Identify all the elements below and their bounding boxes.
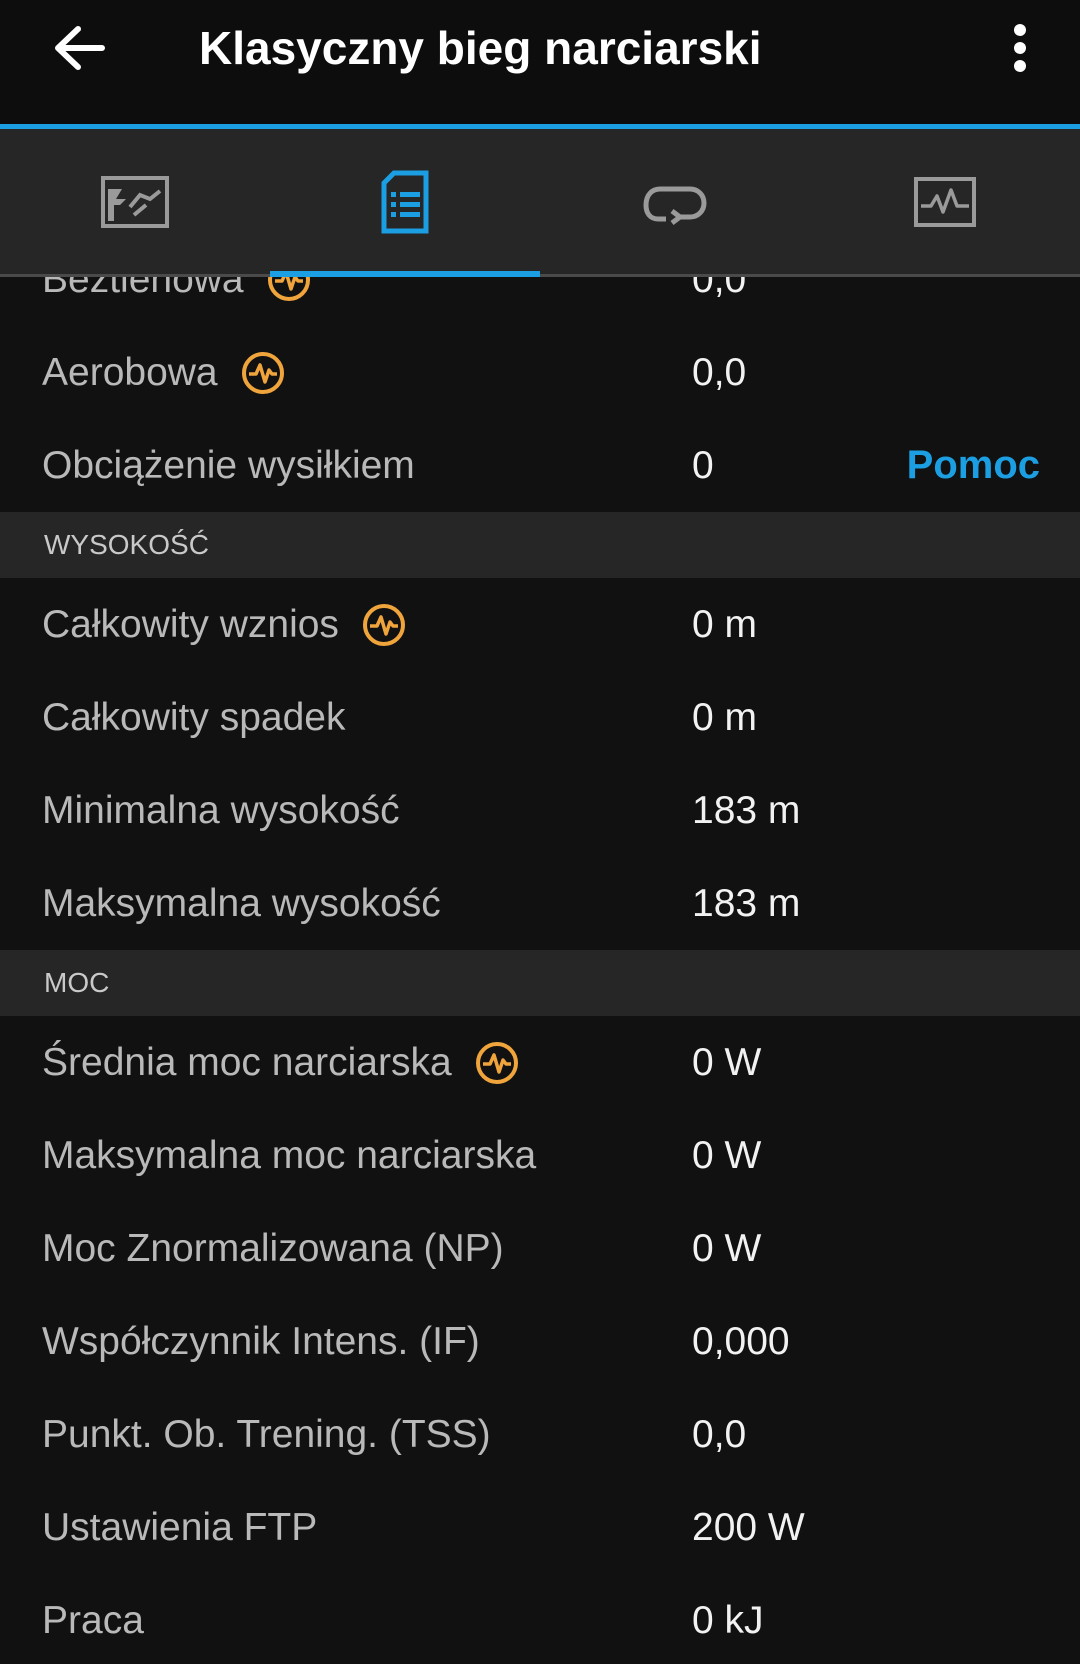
- heart-rate-icon: [475, 1041, 518, 1084]
- stat-label: Moc Znormalizowana (NP): [42, 1227, 504, 1270]
- stat-value: 0,0: [692, 351, 747, 394]
- stat-value: 0,0: [692, 1413, 747, 1456]
- stat-label: Aerobowa: [42, 351, 218, 394]
- heart-rate-icon: [362, 603, 405, 646]
- stat-value: 0 m: [692, 603, 758, 646]
- list-item: Punkt. Ob. Trening. (TSS) 0,0: [0, 1388, 1080, 1481]
- stat-label: Punkt. Ob. Trening. (TSS): [42, 1413, 491, 1456]
- more-options-icon[interactable]: [1000, 18, 1040, 78]
- list-item: Moc Znormalizowana (NP) 0 W: [0, 1202, 1080, 1295]
- stat-value: 0 W: [692, 1134, 762, 1177]
- stat-value: 0,000: [692, 1320, 790, 1363]
- help-link[interactable]: Pomoc: [907, 419, 1040, 512]
- list-item: Aerobowa 0,0: [0, 326, 1080, 419]
- section-title: WYSOKOŚĆ: [44, 529, 209, 560]
- list-item: Beztlenowa 0,0: [0, 277, 1080, 326]
- stat-value: 0 W: [692, 1227, 762, 1270]
- tab-map[interactable]: [0, 129, 270, 274]
- stat-label: Współczynnik Intens. (IF): [42, 1320, 480, 1363]
- section-header-power: MOC: [0, 950, 1080, 1016]
- list-item: Ustawienia FTP 200 W: [0, 1481, 1080, 1574]
- list-item: Całkowity spadek 0 m: [0, 671, 1080, 764]
- stat-label: Całkowity spadek: [42, 696, 346, 739]
- heart-rate-icon: [267, 277, 310, 301]
- stat-value: 0: [692, 444, 714, 487]
- back-arrow-icon[interactable]: [44, 18, 114, 78]
- tab-laps[interactable]: [540, 129, 810, 274]
- charts-icon: [914, 176, 976, 227]
- stat-label: Maksymalna wysokość: [42, 882, 441, 925]
- list-item: Maksymalna moc narciarska 0 W: [0, 1109, 1080, 1202]
- stat-label: Praca: [42, 1599, 144, 1642]
- stat-value: 0,0: [692, 277, 747, 301]
- stat-value: 0 W: [692, 1041, 762, 1084]
- stat-label: Maksymalna moc narciarska: [42, 1134, 537, 1177]
- section-title: MOC: [44, 967, 110, 998]
- section-header-elevation: WYSOKOŚĆ: [0, 512, 1080, 578]
- tab-details[interactable]: [270, 129, 540, 277]
- list-item: Całkowity wznios 0 m: [0, 578, 1080, 671]
- stat-label: Średnia moc narciarska: [42, 1041, 452, 1084]
- list-item: Średnia moc narciarska 0 W: [0, 1016, 1080, 1109]
- stat-label: Beztlenowa: [42, 277, 244, 301]
- stat-label: Obciążenie wysiłkiem: [42, 444, 415, 487]
- details-list-icon: [381, 170, 429, 233]
- stat-value: 0 kJ: [692, 1599, 764, 1642]
- app-bar: Klasyczny bieg narciarski: [0, 0, 1080, 129]
- stat-value: 200 W: [692, 1506, 805, 1549]
- list-item: Obciążenie wysiłkiem 0 Pomoc: [0, 419, 1080, 512]
- list-item: Praca 0 kJ: [0, 1574, 1080, 1664]
- stat-label: Całkowity wznios: [42, 603, 339, 646]
- laps-icon: [643, 186, 707, 225]
- page-title: Klasyczny bieg narciarski: [199, 22, 762, 74]
- stat-value: 183 m: [692, 789, 801, 832]
- stat-value: 183 m: [692, 882, 801, 925]
- heart-rate-icon: [241, 351, 284, 394]
- tab-charts[interactable]: [810, 129, 1080, 274]
- map-icon: [101, 175, 169, 228]
- list-item: Maksymalna wysokość 183 m: [0, 857, 1080, 950]
- tab-bar: [0, 129, 1080, 277]
- stat-label: Minimalna wysokość: [42, 789, 400, 832]
- stat-label: Ustawienia FTP: [42, 1506, 318, 1549]
- activity-details-list[interactable]: Beztlenowa 0,0 Aerobowa 0,0 Obciążenie w…: [0, 277, 1080, 1664]
- stat-value: 0 m: [692, 696, 758, 739]
- active-tab-indicator: [270, 271, 540, 277]
- list-item: Współczynnik Intens. (IF) 0,000: [0, 1295, 1080, 1388]
- list-item: Minimalna wysokość 183 m: [0, 764, 1080, 857]
